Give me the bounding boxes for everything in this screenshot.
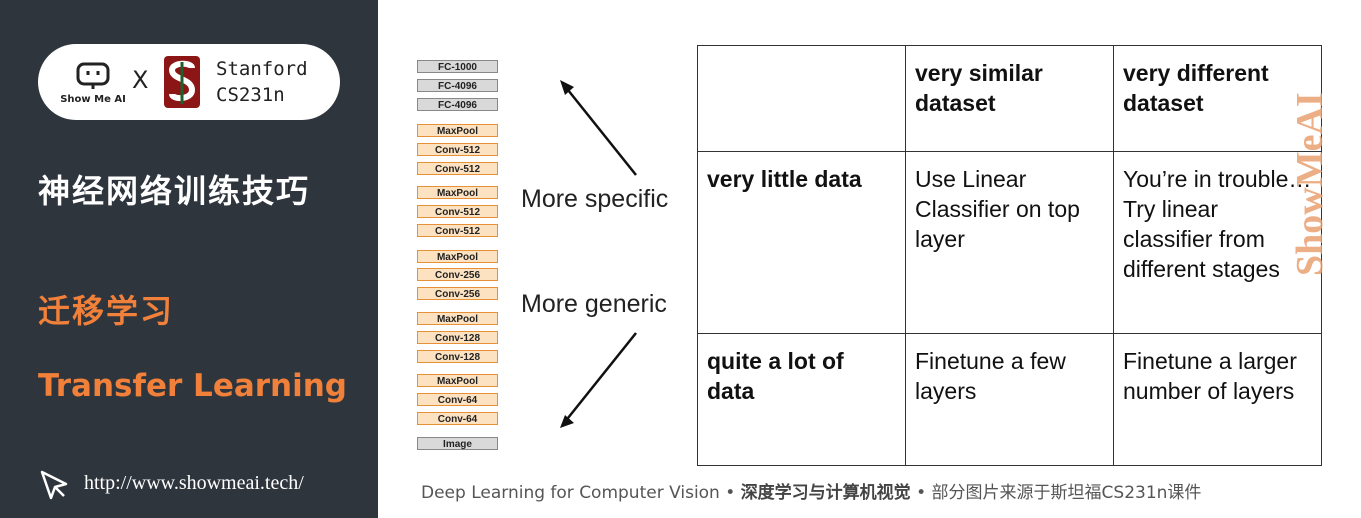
layer-block: Conv-256 [417, 287, 498, 300]
layer-block: Conv-512 [417, 143, 498, 156]
website-link[interactable]: http://www.showmeai.tech/ [84, 472, 304, 495]
layer-block: Conv-512 [417, 205, 498, 218]
arrow-up-icon [563, 84, 637, 176]
table-header-row: very similar dataset very different data… [697, 45, 1322, 152]
cursor-click-icon [40, 470, 68, 500]
row-label-lot-data: quite a lot of data [697, 333, 906, 466]
showmeai-watermark: ShowMeAI [1290, 92, 1330, 276]
topic-title-cn: 迁移学习 [38, 292, 175, 330]
layer-block: Image [417, 437, 498, 450]
cell-little-similar: Use Linear Classifier on top layer [905, 151, 1114, 334]
cell-lot-similar: Finetune a few layers [905, 333, 1114, 466]
layer-block: FC-1000 [417, 60, 498, 73]
layer-block: MaxPool [417, 250, 498, 263]
label-more-specific: More specific [521, 185, 669, 213]
layer-block: MaxPool [417, 312, 498, 325]
table-corner-cell [697, 45, 906, 152]
footer-sep-2: • [916, 483, 927, 503]
table-row: quite a lot of data Finetune a few layer… [697, 333, 1322, 466]
layer-block: MaxPool [417, 124, 498, 137]
showmeai-name: Show Me AI [60, 94, 126, 105]
layer-block: MaxPool [417, 374, 498, 387]
section-title: 神经网络训练技巧 [38, 172, 311, 210]
stanford-line2: CS231n [216, 84, 285, 106]
layer-block: Conv-512 [417, 224, 498, 237]
svg-text:ShowMeAI: ShowMeAI [1290, 92, 1330, 276]
stanford-course: Stanford CS231n [216, 56, 308, 108]
footer-en: Deep Learning for Computer Vision [421, 483, 720, 503]
stanford-line1: Stanford [216, 58, 308, 80]
layer-block: FC-4096 [417, 79, 498, 92]
header-similar-dataset: very similar dataset [905, 45, 1114, 152]
layer-block: Conv-128 [417, 331, 498, 344]
cell-lot-different: Finetune a larger number of layers [1113, 333, 1322, 466]
footer: Deep Learning for Computer Vision • 深度学习… [421, 478, 1201, 503]
showmeai-logo: Show Me AI [58, 60, 128, 110]
stanford-logo-icon [164, 56, 200, 108]
row-label-little-data: very little data [697, 151, 906, 334]
layer-block: Conv-64 [417, 393, 498, 406]
label-more-generic: More generic [521, 290, 667, 318]
layer-block: Conv-256 [417, 268, 498, 281]
arrow-down-icon [563, 332, 637, 424]
layer-block: Conv-512 [417, 162, 498, 175]
table-row: very little data Use Linear Classifier o… [697, 151, 1322, 334]
footer-cn-source: 部分图片来源于斯坦福CS231n课件 [931, 483, 1202, 503]
layer-block: Conv-128 [417, 350, 498, 363]
footer-cn-title: 深度学习与计算机视觉 [740, 483, 911, 503]
brand-badge: Show Me AI X Stanford CS231n [38, 44, 340, 120]
direction-arrows [560, 80, 637, 428]
layer-block: FC-4096 [417, 98, 498, 111]
layer-block: MaxPool [417, 186, 498, 199]
layer-block: Conv-64 [417, 412, 498, 425]
collab-x: X [132, 66, 149, 94]
footer-sep-1: • [725, 483, 736, 503]
transfer-learning-table: very similar dataset very different data… [697, 45, 1322, 466]
topic-title-en: Transfer Learning [38, 368, 348, 404]
robot-icon [76, 62, 110, 89]
sidebar: Show Me AI X Stanford CS231n 神经网络训练技巧 迁移… [0, 0, 378, 518]
